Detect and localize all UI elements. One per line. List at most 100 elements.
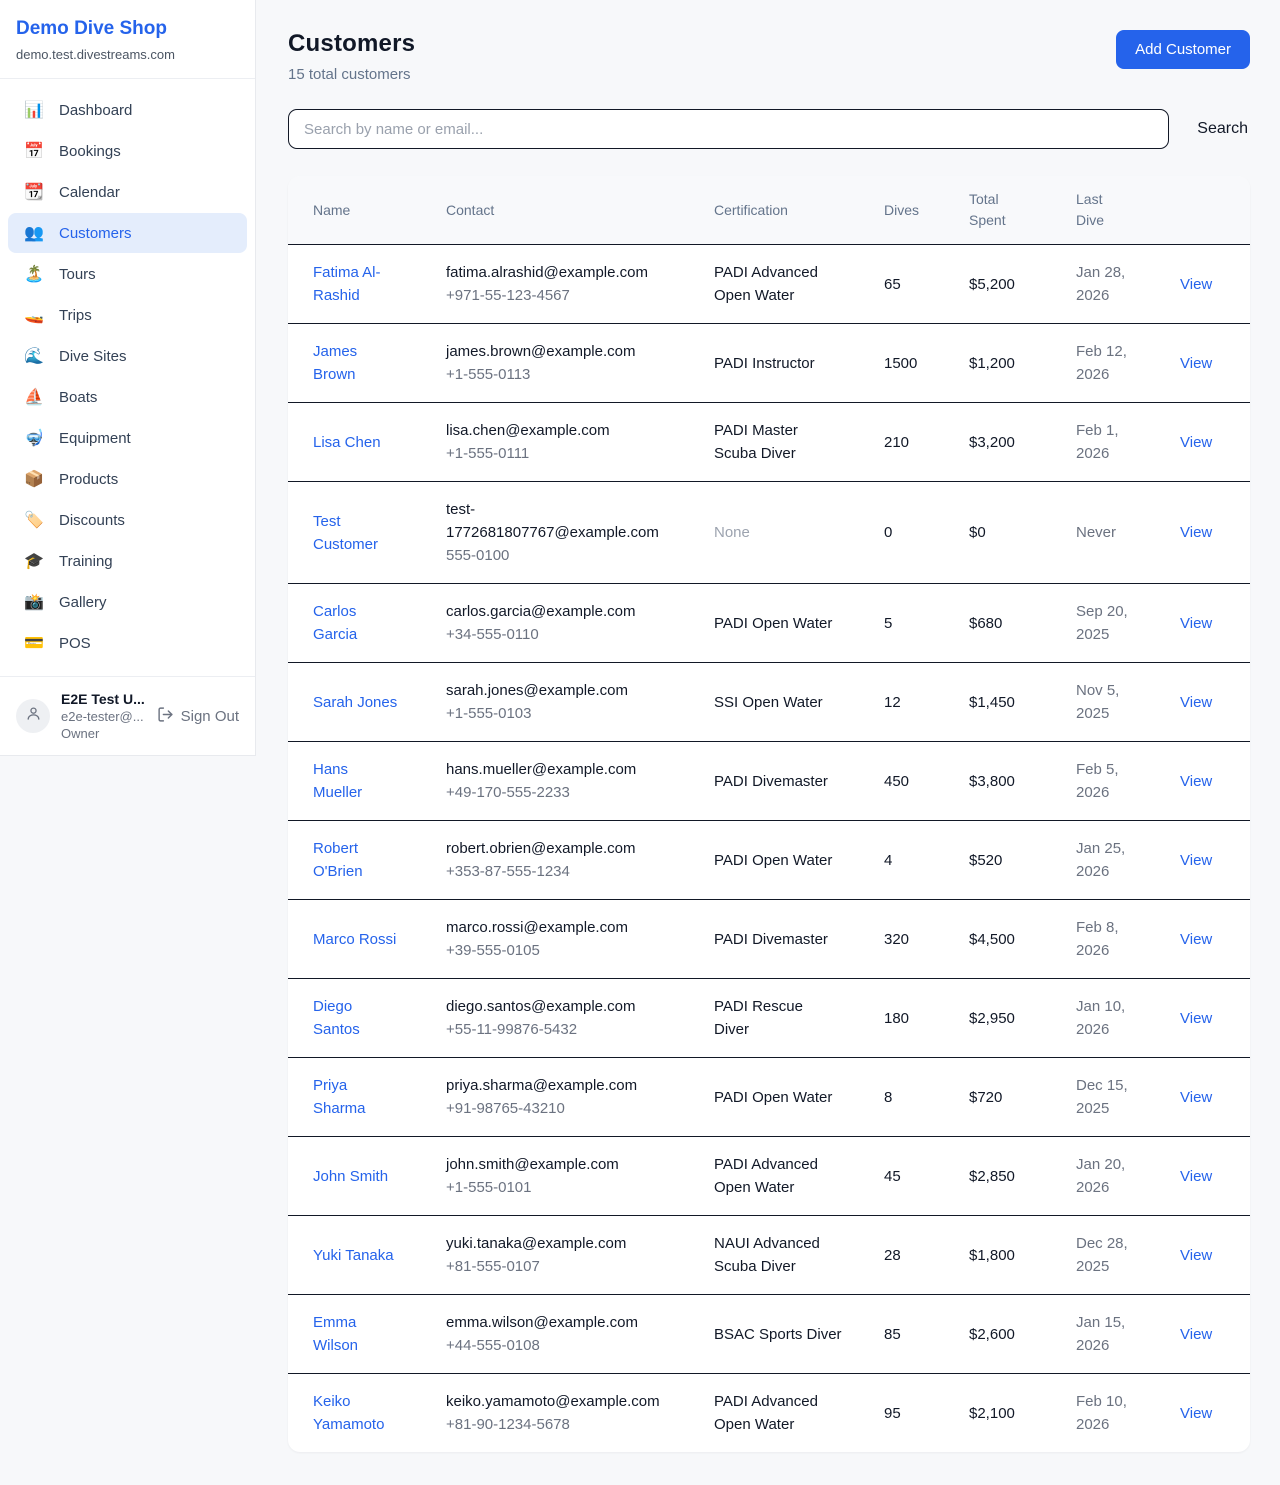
sidebar-item-gallery[interactable]: 📸 Gallery — [8, 582, 247, 622]
customer-name-link[interactable]: Lisa Chen — [313, 431, 381, 454]
view-link[interactable]: View — [1180, 1247, 1212, 1264]
customer-name-link[interactable]: Emma Wilson — [313, 1311, 398, 1357]
customer-dives: 180 — [872, 979, 957, 1058]
sidebar-item-label: Products — [59, 471, 118, 488]
sidebar-item-bookings[interactable]: 📅 Bookings — [8, 131, 247, 171]
sidebar-item-pos[interactable]: 💳 POS — [8, 623, 247, 663]
customer-name-link[interactable]: Fatima Al-Rashid — [313, 261, 398, 307]
view-link[interactable]: View — [1180, 524, 1212, 541]
col-header-certification: Certification — [702, 176, 872, 245]
shop-domain: demo.test.divestreams.com — [16, 47, 239, 62]
customer-name-link[interactable]: Diego Santos — [313, 995, 398, 1041]
view-link[interactable]: View — [1180, 694, 1212, 711]
view-link[interactable]: View — [1180, 773, 1212, 790]
sidebar-item-dashboard[interactable]: 📊 Dashboard — [8, 90, 247, 130]
sign-out-button[interactable]: Sign Out — [157, 706, 239, 727]
sidebar-item-training[interactable]: 🎓 Training — [8, 541, 247, 581]
sidebar-item-label: Tours — [59, 266, 96, 283]
customer-total-spent: $3,200 — [957, 403, 1064, 482]
view-link[interactable]: View — [1180, 1168, 1212, 1185]
customer-last-dive: Feb 5, 2026 — [1076, 758, 1148, 804]
island-icon: 🏝️ — [24, 264, 44, 284]
customer-total-spent: $680 — [957, 584, 1064, 663]
customer-dives: 85 — [872, 1295, 957, 1374]
customer-email: sarah.jones@example.com — [446, 679, 664, 702]
sidebar-item-label: Discounts — [59, 512, 125, 529]
view-link[interactable]: View — [1180, 1089, 1212, 1106]
view-link[interactable]: View — [1180, 1405, 1212, 1422]
search-button[interactable]: Search — [1195, 114, 1250, 144]
view-link[interactable]: View — [1180, 1010, 1212, 1027]
view-link[interactable]: View — [1180, 931, 1212, 948]
table-row: Test Customer test-1772681807767@example… — [288, 482, 1250, 584]
customer-phone: +971-55-123-4567 — [446, 284, 664, 307]
customer-dives: 1500 — [872, 324, 957, 403]
customer-dives: 8 — [872, 1058, 957, 1137]
customer-last-dive: Jan 20, 2026 — [1076, 1153, 1148, 1199]
sidebar-item-dive-sites[interactable]: 🌊 Dive Sites — [8, 336, 247, 376]
customer-phone: +81-555-0107 — [446, 1255, 664, 1278]
customer-phone: +1-555-0103 — [446, 702, 664, 725]
sign-out-label: Sign Out — [181, 708, 239, 725]
sidebar-item-discounts[interactable]: 🏷️ Discounts — [8, 500, 247, 540]
customer-email: test-1772681807767@example.com — [446, 498, 664, 544]
customer-certification: PADI Rescue Diver — [714, 995, 842, 1041]
customer-dives: 65 — [872, 245, 957, 324]
customer-total-spent: $1,800 — [957, 1216, 1064, 1295]
customer-name-link[interactable]: John Smith — [313, 1165, 388, 1188]
customer-email: marco.rossi@example.com — [446, 916, 664, 939]
col-header-contact: Contact — [434, 176, 702, 245]
user-name: E2E Test U... — [61, 691, 145, 707]
table-row: Carlos Garcia carlos.garcia@example.com … — [288, 584, 1250, 663]
view-link[interactable]: View — [1180, 852, 1212, 869]
customer-name-link[interactable]: Priya Sharma — [313, 1074, 398, 1120]
customer-name-link[interactable]: Robert O'Brien — [313, 837, 398, 883]
customer-name-link[interactable]: Test Customer — [313, 510, 398, 556]
sidebar-item-boats[interactable]: ⛵ Boats — [8, 377, 247, 417]
user-icon — [25, 705, 42, 727]
view-link[interactable]: View — [1180, 615, 1212, 632]
customer-name-link[interactable]: Sarah Jones — [313, 691, 397, 714]
sidebar-item-products[interactable]: 📦 Products — [8, 459, 247, 499]
app-layout: Demo Dive Shop demo.test.divestreams.com… — [0, 0, 1280, 1480]
table-row: Emma Wilson emma.wilson@example.com +44-… — [288, 1295, 1250, 1374]
credit-card-icon: 💳 — [24, 633, 44, 653]
sidebar-item-equipment[interactable]: 🤿 Equipment — [8, 418, 247, 458]
table-row: Keiko Yamamoto keiko.yamamoto@example.co… — [288, 1374, 1250, 1453]
customer-last-dive: Feb 12, 2026 — [1076, 340, 1148, 386]
customer-certification: SSI Open Water — [714, 691, 842, 714]
customer-certification: BSAC Sports Diver — [714, 1323, 842, 1346]
customer-total-spent: $520 — [957, 821, 1064, 900]
customer-name-link[interactable]: Keiko Yamamoto — [313, 1390, 398, 1436]
view-link[interactable]: View — [1180, 355, 1212, 372]
customer-certification: PADI Advanced Open Water — [714, 1153, 842, 1199]
sidebar-item-label: Gallery — [59, 594, 107, 611]
customer-certification: PADI Open Water — [714, 612, 842, 635]
view-link[interactable]: View — [1180, 276, 1212, 293]
table-header: Name Contact Certification Dives Total S… — [288, 176, 1250, 245]
sidebar-item-tours[interactable]: 🏝️ Tours — [8, 254, 247, 294]
page-header-text: Customers 15 total customers — [288, 30, 415, 83]
sidebar-item-trips[interactable]: 🚤 Trips — [8, 295, 247, 335]
table-row: John Smith john.smith@example.com +1-555… — [288, 1137, 1250, 1216]
sidebar-item-customers[interactable]: 👥 Customers — [8, 213, 247, 253]
customers-table: Name Contact Certification Dives Total S… — [288, 176, 1250, 1452]
customer-dives: 95 — [872, 1374, 957, 1453]
customer-name-link[interactable]: James Brown — [313, 340, 398, 386]
add-customer-button[interactable]: Add Customer — [1116, 30, 1250, 69]
tear-off-calendar-icon: 📆 — [24, 182, 44, 202]
table-row: Diego Santos diego.santos@example.com +5… — [288, 979, 1250, 1058]
customer-total-spent: $720 — [957, 1058, 1064, 1137]
customer-name-link[interactable]: Marco Rossi — [313, 928, 396, 951]
search-input[interactable] — [288, 109, 1169, 149]
view-link[interactable]: View — [1180, 434, 1212, 451]
sidebar-item-label: Customers — [59, 225, 132, 242]
customer-name-link[interactable]: Yuki Tanaka — [313, 1244, 394, 1267]
customer-name-link[interactable]: Carlos Garcia — [313, 600, 398, 646]
sidebar-item-calendar[interactable]: 📆 Calendar — [8, 172, 247, 212]
customer-name-link[interactable]: Hans Mueller — [313, 758, 398, 804]
sidebar-item-label: Dashboard — [59, 102, 132, 119]
view-link[interactable]: View — [1180, 1326, 1212, 1343]
customer-email: diego.santos@example.com — [446, 995, 664, 1018]
customer-email: yuki.tanaka@example.com — [446, 1232, 664, 1255]
